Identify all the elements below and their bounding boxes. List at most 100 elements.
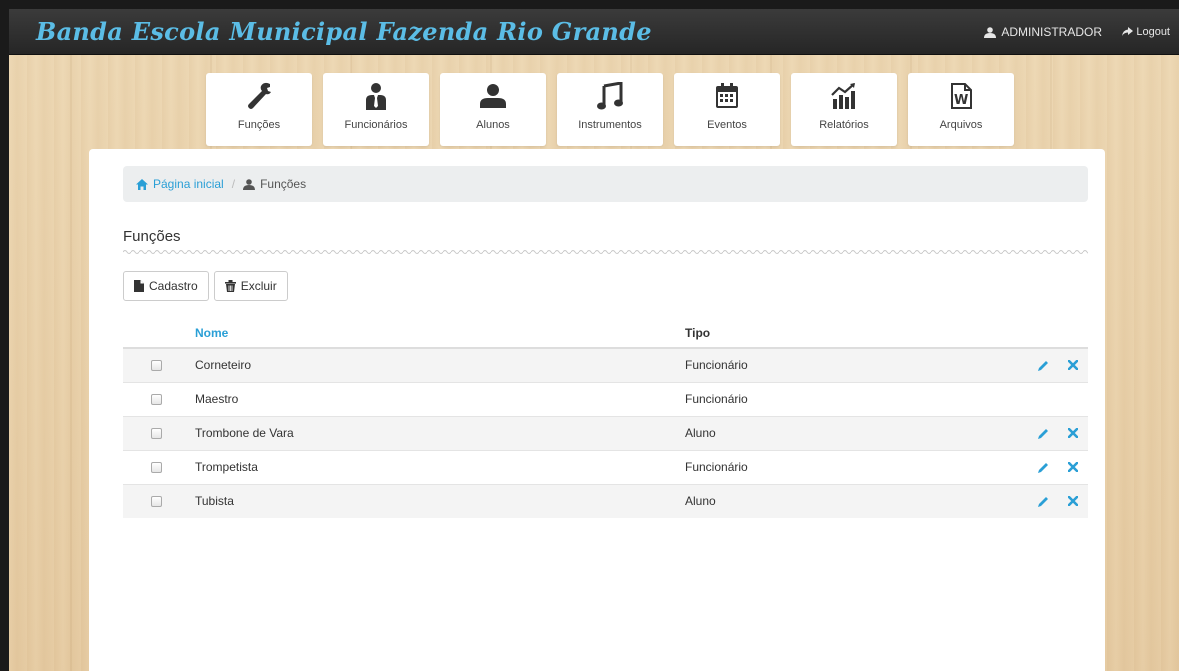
row-checkbox[interactable]	[151, 359, 162, 371]
table-row: Maestro Funcionário	[123, 381, 1088, 416]
row-actions	[935, 496, 1088, 507]
nav-label: Eventos	[707, 119, 747, 131]
nav-funcionarios[interactable]: Funcionários	[323, 73, 429, 146]
cell-nome: Maestro	[195, 381, 685, 416]
logout-label: Logout	[1136, 26, 1170, 38]
table-header-row: Nome Tipo	[123, 319, 1088, 349]
breadcrumb-home-label: Página inicial	[153, 177, 224, 191]
row-select-cell	[123, 449, 195, 484]
cell-actions	[935, 347, 1088, 382]
table-body: Corneteiro Funcionário Maestro Funcionário T…	[123, 347, 1088, 518]
file-icon	[134, 280, 144, 292]
user-name: ADMINISTRADOR	[1001, 25, 1102, 39]
brand-title[interactable]: Banda Escola Municipal Fazenda Rio Grand…	[36, 17, 652, 46]
nav-funcoes[interactable]: Funções	[206, 73, 312, 146]
table-row: Trompetista Funcionário	[123, 449, 1088, 484]
header-actions	[935, 319, 1088, 349]
breadcrumb-current-label: Funções	[260, 177, 307, 191]
share-arrow-icon	[1122, 27, 1134, 36]
nav-eventos[interactable]: Eventos	[674, 73, 780, 146]
wavy-divider	[123, 249, 1088, 255]
row-actions	[935, 360, 1088, 371]
nav-arquivos[interactable]: W Arquivos	[908, 73, 1014, 146]
header-select	[123, 319, 195, 349]
cell-nome: Tubista	[195, 483, 685, 518]
nav-label: Funções	[237, 119, 281, 131]
table-row: Trombone de Vara Aluno	[123, 415, 1088, 450]
nav-alunos[interactable]: Alunos	[440, 73, 546, 146]
row-checkbox[interactable]	[151, 461, 162, 473]
cell-nome: Corneteiro	[195, 347, 685, 382]
cell-actions	[935, 449, 1088, 484]
cadastro-button[interactable]: Cadastro	[123, 271, 209, 301]
edit-pencil-icon[interactable]	[1038, 360, 1049, 371]
word-file-icon: W	[950, 80, 972, 112]
nav-instrumentos[interactable]: Instrumentos	[557, 73, 663, 146]
cell-tipo: Funcionário	[685, 381, 935, 416]
svg-text:W: W	[954, 93, 968, 108]
user-icon	[984, 26, 997, 38]
cell-actions	[935, 415, 1088, 450]
breadcrumb-current: Funções	[243, 177, 306, 191]
window-frame-left	[0, 0, 9, 671]
employee-icon	[364, 80, 388, 112]
user-icon	[243, 178, 256, 190]
excluir-button[interactable]: Excluir	[213, 271, 288, 301]
breadcrumb-separator: /	[231, 177, 236, 191]
breadcrumb: Página inicial / Funções	[123, 166, 1088, 202]
cell-tipo: Aluno	[685, 483, 935, 518]
table-row: Corneteiro Funcionário	[123, 347, 1088, 382]
wrench-icon	[246, 80, 272, 112]
nav-label: Arquivos	[939, 119, 983, 131]
calendar-icon	[715, 80, 739, 112]
delete-x-icon[interactable]	[1068, 462, 1078, 472]
cell-nome: Trombone de Vara	[195, 415, 685, 450]
cell-actions	[935, 381, 1088, 416]
delete-x-icon[interactable]	[1068, 428, 1078, 438]
music-note-icon	[597, 80, 623, 112]
stats-icon	[831, 80, 857, 112]
window-frame-top	[0, 0, 1179, 9]
row-select-cell	[123, 415, 195, 450]
cell-actions	[935, 483, 1088, 518]
breadcrumb-home[interactable]: Página inicial	[136, 177, 224, 191]
home-icon	[136, 178, 148, 190]
edit-pencil-icon[interactable]	[1038, 496, 1049, 507]
cell-tipo: Aluno	[685, 415, 935, 450]
excluir-label: Excluir	[240, 279, 277, 293]
nav-label: Instrumentos	[578, 119, 642, 131]
header-tipo: Tipo	[685, 319, 935, 349]
cell-tipo: Funcionário	[685, 449, 935, 484]
nav-label: Funcionários	[344, 119, 408, 131]
table-row: Tubista Aluno	[123, 483, 1088, 518]
user-icon	[479, 80, 507, 112]
row-checkbox[interactable]	[151, 427, 162, 439]
toolbar: Cadastro Excluir	[123, 271, 288, 301]
main-nav: Funções Funcionários Alunos Instrumentos…	[206, 73, 1014, 146]
delete-x-icon[interactable]	[1068, 496, 1078, 507]
row-select-cell	[123, 381, 195, 416]
user-menu[interactable]: ADMINISTRADOR	[984, 25, 1102, 39]
row-checkbox[interactable]	[151, 393, 162, 405]
header-nome[interactable]: Nome	[195, 319, 685, 349]
delete-x-icon[interactable]	[1068, 360, 1078, 371]
nav-label: Relatórios	[819, 119, 869, 131]
row-select-cell	[123, 483, 195, 518]
cadastro-label: Cadastro	[149, 279, 198, 293]
cell-tipo: Funcionário	[685, 347, 935, 382]
top-bar: Banda Escola Municipal Fazenda Rio Grand…	[9, 9, 1179, 55]
page-title: Funções	[123, 228, 181, 245]
nav-relatorios[interactable]: Relatórios	[791, 73, 897, 146]
trash-icon	[224, 280, 236, 292]
row-actions	[935, 462, 1088, 473]
cell-nome: Trompetista	[195, 449, 685, 484]
row-select-cell	[123, 347, 195, 382]
content-panel: Página inicial / Funções Funções Cadastr…	[89, 149, 1105, 671]
row-checkbox[interactable]	[151, 495, 162, 507]
funcoes-table: Nome Tipo Corneteiro Funcionário Maestro Fu…	[123, 319, 1088, 518]
edit-pencil-icon[interactable]	[1038, 428, 1049, 439]
row-actions	[935, 428, 1088, 439]
nav-label: Alunos	[476, 119, 510, 131]
edit-pencil-icon[interactable]	[1038, 462, 1049, 473]
logout-link[interactable]: Logout	[1122, 26, 1170, 38]
